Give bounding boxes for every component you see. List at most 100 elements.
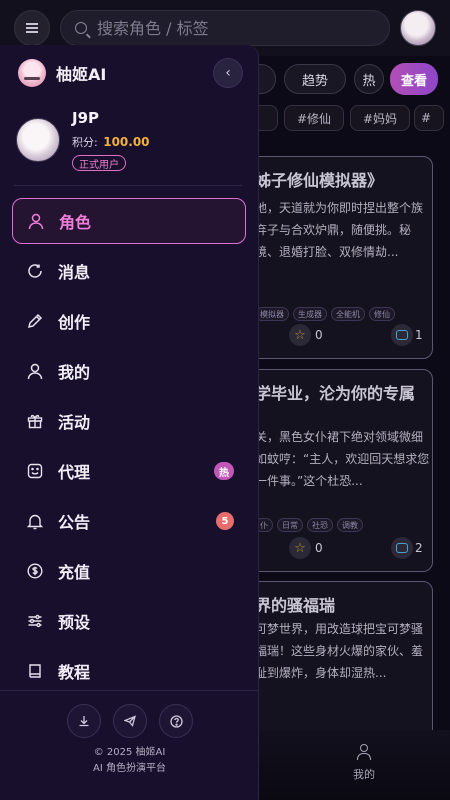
- user-avatar[interactable]: [16, 118, 60, 162]
- comment-count: 1: [415, 328, 423, 342]
- filter-chip-trend[interactable]: 趋势: [284, 64, 346, 94]
- menu-item-presets[interactable]: 预设: [12, 598, 246, 644]
- menu-item-messages[interactable]: 消息: [12, 248, 246, 294]
- menu-item-characters[interactable]: 角色: [12, 198, 246, 244]
- search-input[interactable]: [97, 18, 357, 38]
- menu-item-label: 充值: [58, 563, 91, 582]
- card-title: 学毕业，沦为你的专属: [255, 384, 416, 403]
- copyright-text: © 2025 柚姬AI: [93, 747, 166, 758]
- points-label: 积分:: [72, 136, 98, 149]
- tag-xiuxian[interactable]: #修仙: [284, 105, 345, 131]
- comment-count: 2: [415, 541, 423, 555]
- brand: 柚姬AI: [18, 59, 106, 87]
- send-icon: [124, 715, 136, 727]
- card-tag: 生成器: [293, 307, 327, 321]
- tag-label: #妈妈: [363, 111, 398, 126]
- hamburger-icon: [26, 27, 38, 29]
- comment-button[interactable]: [391, 324, 413, 346]
- tag-mama[interactable]: #妈妈: [350, 105, 411, 131]
- help-button[interactable]: [159, 704, 193, 738]
- menu-item-label: 预设: [58, 613, 91, 632]
- menu-item-label: 教程: [58, 663, 91, 682]
- user-name: J9P: [72, 109, 100, 127]
- menu-item-label: 公告: [58, 513, 91, 532]
- pencil-icon: [26, 312, 44, 330]
- favorite-button[interactable]: ☆: [289, 537, 311, 559]
- card-tag: 日常: [277, 518, 303, 532]
- search-icon: [75, 22, 87, 34]
- menu-item-tutorial[interactable]: 教程: [12, 648, 246, 694]
- card-tag: 模拟器: [255, 307, 289, 321]
- favorite-count: 0: [315, 328, 323, 342]
- menu-item-create[interactable]: 创作: [12, 298, 246, 344]
- dollar-icon: [26, 562, 44, 580]
- card-description: 可梦世界，用改造球把宝可梦骚福瑞！这些身材火爆的家伙、羞耻到爆炸，身体却湿热..…: [255, 622, 424, 680]
- menu-item-events[interactable]: 活动: [12, 398, 246, 444]
- chat-icon: [396, 543, 408, 553]
- person-icon: [357, 744, 371, 760]
- chevron-left-icon: ‹: [225, 65, 231, 81]
- sliders-icon: [26, 612, 44, 630]
- menu-item-agent[interactable]: 代理 热: [12, 448, 246, 494]
- favorite-button[interactable]: ☆: [289, 324, 311, 346]
- menu-item-label: 我的: [58, 363, 91, 382]
- card-tag: 修仙: [369, 307, 395, 321]
- tag-more[interactable]: #: [414, 105, 444, 131]
- side-drawer: 柚姬AI ‹ J9P 积分: 100.00 正式用户 角色 消息 创作 我的 活…: [0, 45, 259, 800]
- filter-chip-label: 趋势: [301, 73, 328, 89]
- view-button[interactable]: 查看: [390, 63, 438, 95]
- card-tag: 调教: [337, 518, 363, 532]
- menu-button[interactable]: [14, 10, 50, 46]
- card-title: 界的骚福瑞: [255, 596, 336, 615]
- star-icon: ☆: [294, 327, 306, 343]
- card-tags: 仆 日常 社恐 调教: [255, 518, 363, 532]
- card-tag: 全能机: [331, 307, 365, 321]
- download-icon: [79, 716, 89, 727]
- card-description: 关，黑色女仆裙下绝对领域微细如蚊哼：“主人，欢迎回天想求您一件事。”这个杜恐..…: [255, 430, 430, 488]
- gift-icon: [26, 412, 44, 430]
- menu-item-recharge[interactable]: 充值: [12, 548, 246, 594]
- platform-subtitle: AI 角色扮演平台: [93, 763, 166, 774]
- collapse-drawer-button[interactable]: ‹: [213, 58, 243, 88]
- nav-me[interactable]: 我的: [344, 744, 384, 782]
- help-icon: [169, 714, 183, 728]
- message-icon: [26, 262, 44, 280]
- user-icon: [26, 362, 44, 380]
- copyright: © 2025 柚姬AI AI 角色扮演平台: [0, 745, 259, 777]
- card-tag: 社恐: [307, 518, 333, 532]
- menu-item-label: 创作: [58, 313, 91, 332]
- smile-icon: [26, 462, 44, 480]
- favorite-count: 0: [315, 541, 323, 555]
- menu-item-label: 活动: [58, 413, 91, 432]
- card-title: 姊子修仙模拟器》: [255, 171, 384, 190]
- filter-chip-label: 热: [362, 73, 376, 89]
- card-tags: 模拟器 生成器 全能机 修仙: [255, 307, 395, 321]
- bell-icon: [26, 512, 44, 530]
- tag-label: #: [421, 111, 432, 125]
- menu-item-label: 代理: [58, 463, 91, 482]
- menu-item-announcements[interactable]: 公告 5: [12, 498, 246, 544]
- telegram-button[interactable]: [113, 704, 147, 738]
- view-button-label: 查看: [400, 73, 427, 89]
- notification-count-badge: 5: [216, 512, 234, 530]
- download-button[interactable]: [67, 704, 101, 738]
- character-card[interactable]: 学毕业，沦为你的专属 关，黑色女仆裙下绝对领域微细如蚊哼：“主人，欢迎回天想求您…: [230, 369, 433, 572]
- brand-logo: [18, 59, 46, 87]
- person-icon: [27, 212, 45, 230]
- book-icon: [26, 662, 44, 680]
- card-description: 地，天道就为你即时捏出整个族弃子与合欢炉鼎，随便挑。秘境、退婚打脸、双修情劫..…: [255, 201, 424, 259]
- comment-button[interactable]: [391, 537, 413, 559]
- user-status-badge: 正式用户: [72, 155, 126, 171]
- nav-me-label: 我的: [353, 768, 375, 781]
- hot-badge: 热: [214, 462, 234, 480]
- user-points: 积分: 100.00: [72, 134, 150, 150]
- character-card[interactable]: 姊子修仙模拟器》 地，天道就为你即时捏出整个族弃子与合欢炉鼎，随便挑。秘境、退婚…: [230, 156, 433, 359]
- divider: [0, 690, 259, 691]
- menu-item-label: 角色: [59, 213, 92, 232]
- star-icon: ☆: [294, 540, 306, 556]
- chat-icon: [396, 330, 408, 340]
- filter-chip-hot[interactable]: 热: [354, 64, 384, 94]
- menu-item-mine[interactable]: 我的: [12, 348, 246, 394]
- avatar[interactable]: [400, 10, 436, 46]
- search-bar[interactable]: [60, 10, 390, 46]
